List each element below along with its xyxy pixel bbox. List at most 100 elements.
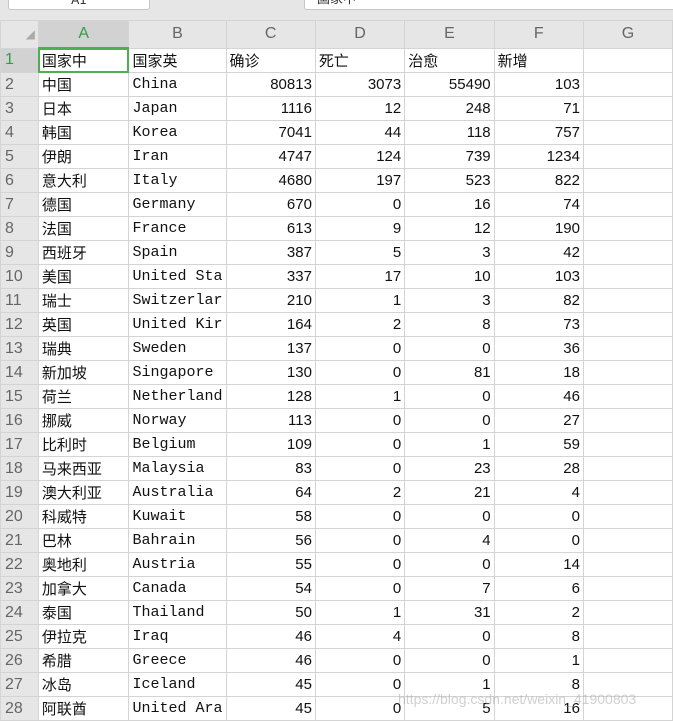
cell-A3[interactable]: 日本 [37,96,130,121]
cell-B22[interactable]: Austria [128,552,227,577]
cell-C28[interactable]: 45 [225,696,316,721]
name-box[interactable]: A1 [8,0,150,10]
row-header-27[interactable]: 27 [0,672,39,697]
cell-C10[interactable]: 337 [225,264,316,289]
cell-F20[interactable]: 0 [493,504,584,529]
cell-C18[interactable]: 83 [225,456,316,481]
cell-A5[interactable]: 伊朗 [37,144,130,169]
cell-A14[interactable]: 新加坡 [37,360,130,385]
cell-B8[interactable]: France [128,216,227,241]
row-header-12[interactable]: 12 [0,312,39,337]
cell-A11[interactable]: 瑞士 [37,288,130,313]
cell-F7[interactable]: 74 [493,192,584,217]
cell-D23[interactable]: 0 [314,576,406,601]
cell-A21[interactable]: 巴林 [37,528,130,553]
cell-B27[interactable]: Iceland [128,672,227,697]
cell-D18[interactable]: 0 [314,456,406,481]
cell-G5[interactable] [582,144,673,169]
row-header-1[interactable]: 1 [0,47,39,73]
row-header-2[interactable]: 2 [0,72,39,97]
cell-A9[interactable]: 西班牙 [37,240,130,265]
cell-B2[interactable]: China [128,72,227,97]
cell-D15[interactable]: 1 [314,384,406,409]
column-header-B[interactable]: B [128,20,227,49]
row-header-14[interactable]: 14 [0,360,39,385]
cell-A18[interactable]: 马来西亚 [37,456,130,481]
row-header-20[interactable]: 20 [0,504,39,529]
cell-D11[interactable]: 1 [314,288,406,313]
cell-E17[interactable]: 1 [404,432,495,457]
cell-A8[interactable]: 法国 [37,216,130,241]
cell-D8[interactable]: 9 [314,216,406,241]
cell-F16[interactable]: 27 [493,408,584,433]
cell-E6[interactable]: 523 [404,168,495,193]
cell-D3[interactable]: 12 [314,96,406,121]
cell-B4[interactable]: Korea [128,120,227,145]
cell-A15[interactable]: 荷兰 [37,384,130,409]
column-header-A[interactable]: A [37,20,130,49]
row-header-25[interactable]: 25 [0,624,39,649]
cell-G8[interactable] [582,216,673,241]
cell-G1[interactable] [582,47,673,73]
cell-A6[interactable]: 意大利 [37,168,130,193]
cell-D13[interactable]: 0 [314,336,406,361]
cell-C22[interactable]: 55 [225,552,316,577]
cell-E13[interactable]: 0 [404,336,495,361]
row-header-5[interactable]: 5 [0,144,39,169]
cell-G24[interactable] [582,600,673,625]
cell-G9[interactable] [582,240,673,265]
cell-C19[interactable]: 64 [225,480,316,505]
cell-D26[interactable]: 0 [314,648,406,673]
cell-D21[interactable]: 0 [314,528,406,553]
cell-E2[interactable]: 55490 [404,72,495,97]
cell-C17[interactable]: 109 [225,432,316,457]
row-header-26[interactable]: 26 [0,648,39,673]
cell-A27[interactable]: 冰岛 [37,672,130,697]
cell-A25[interactable]: 伊拉克 [37,624,130,649]
cell-A13[interactable]: 瑞典 [37,336,130,361]
cell-E14[interactable]: 81 [404,360,495,385]
cell-B5[interactable]: Iran [128,144,227,169]
cell-D16[interactable]: 0 [314,408,406,433]
cell-B25[interactable]: Iraq [128,624,227,649]
cell-F3[interactable]: 71 [493,96,584,121]
row-header-18[interactable]: 18 [0,456,39,481]
cell-F19[interactable]: 4 [493,480,584,505]
cell-D27[interactable]: 0 [314,672,406,697]
cell-D10[interactable]: 17 [314,264,406,289]
cell-F18[interactable]: 28 [493,456,584,481]
cell-B21[interactable]: Bahrain [128,528,227,553]
cell-G15[interactable] [582,384,673,409]
cell-D19[interactable]: 2 [314,480,406,505]
cell-D24[interactable]: 1 [314,600,406,625]
cell-G16[interactable] [582,408,673,433]
cell-F5[interactable]: 1234 [493,144,584,169]
cell-E22[interactable]: 0 [404,552,495,577]
cell-A19[interactable]: 澳大利亚 [37,480,130,505]
cell-F14[interactable]: 18 [493,360,584,385]
row-header-21[interactable]: 21 [0,528,39,553]
cell-A23[interactable]: 加拿大 [37,576,130,601]
cell-A7[interactable]: 德国 [37,192,130,217]
cell-G6[interactable] [582,168,673,193]
cell-C24[interactable]: 50 [225,600,316,625]
row-header-28[interactable]: 28 [0,696,39,721]
cell-E1[interactable]: 治愈 [404,47,495,73]
cell-D4[interactable]: 44 [314,120,406,145]
cell-C21[interactable]: 56 [225,528,316,553]
cell-B7[interactable]: Germany [128,192,227,217]
cell-E8[interactable]: 12 [404,216,495,241]
row-header-22[interactable]: 22 [0,552,39,577]
row-header-17[interactable]: 17 [0,432,39,457]
cell-B24[interactable]: Thailand [128,600,227,625]
row-header-4[interactable]: 4 [0,120,39,145]
cell-F2[interactable]: 103 [493,72,584,97]
cell-G23[interactable] [582,576,673,601]
cell-G12[interactable] [582,312,673,337]
cell-F21[interactable]: 0 [493,528,584,553]
cell-B28[interactable]: United Ara [128,696,227,721]
cell-D1[interactable]: 死亡 [314,47,406,73]
cell-F26[interactable]: 1 [493,648,584,673]
row-header-23[interactable]: 23 [0,576,39,601]
cell-E19[interactable]: 21 [404,480,495,505]
